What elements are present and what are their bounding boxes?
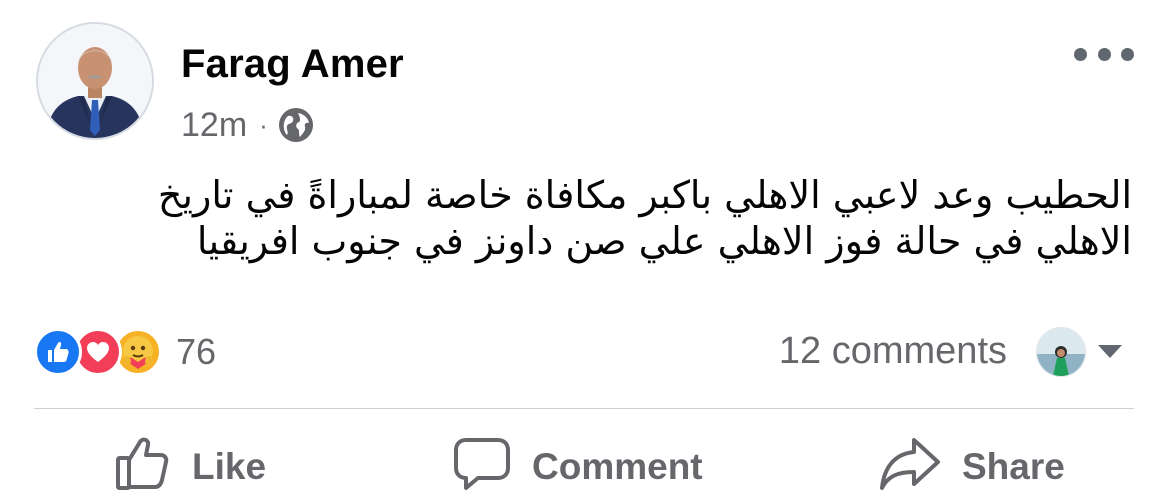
like-reaction-icon xyxy=(34,328,82,376)
more-dots-icon[interactable] xyxy=(1074,40,1134,68)
comment-label: Comment xyxy=(532,445,703,487)
reaction-count: 76 xyxy=(176,331,217,372)
post-text-line-1: الحطيب وعد لاعبي الاهلي باكبر مكافاة خاص… xyxy=(157,173,1132,217)
author-avatar[interactable] xyxy=(36,22,154,140)
post-meta: 12m · xyxy=(181,104,314,146)
author-photo xyxy=(38,24,152,138)
author-name[interactable]: Farag Amer xyxy=(181,42,404,87)
viewer-avatar[interactable] xyxy=(1036,327,1086,377)
reactions-summary[interactable]: 76 xyxy=(34,328,216,376)
post-actions-bar: Like Comment Share xyxy=(0,432,1169,502)
comments-count-link[interactable]: 12 comments xyxy=(779,330,1007,373)
facebook-post: Farag Amer 12m · الحطيب وعد لاعبي الاهلي… xyxy=(0,0,1169,491)
like-label: Like xyxy=(192,445,267,487)
share-label: Share xyxy=(962,445,1065,487)
post-text: الحطيب وعد لاعبي الاهلي باكبر مكافاة خاص… xyxy=(60,172,1132,264)
post-text-line-2: الاهلي في حالة فوز الاهلي علي صن داونز ف… xyxy=(196,219,1132,263)
meta-separator: · xyxy=(259,109,268,140)
divider xyxy=(34,408,1134,409)
post-timestamp[interactable]: 12m xyxy=(181,106,247,145)
globe-icon xyxy=(278,107,314,143)
chevron-down-icon[interactable] xyxy=(1098,345,1122,358)
